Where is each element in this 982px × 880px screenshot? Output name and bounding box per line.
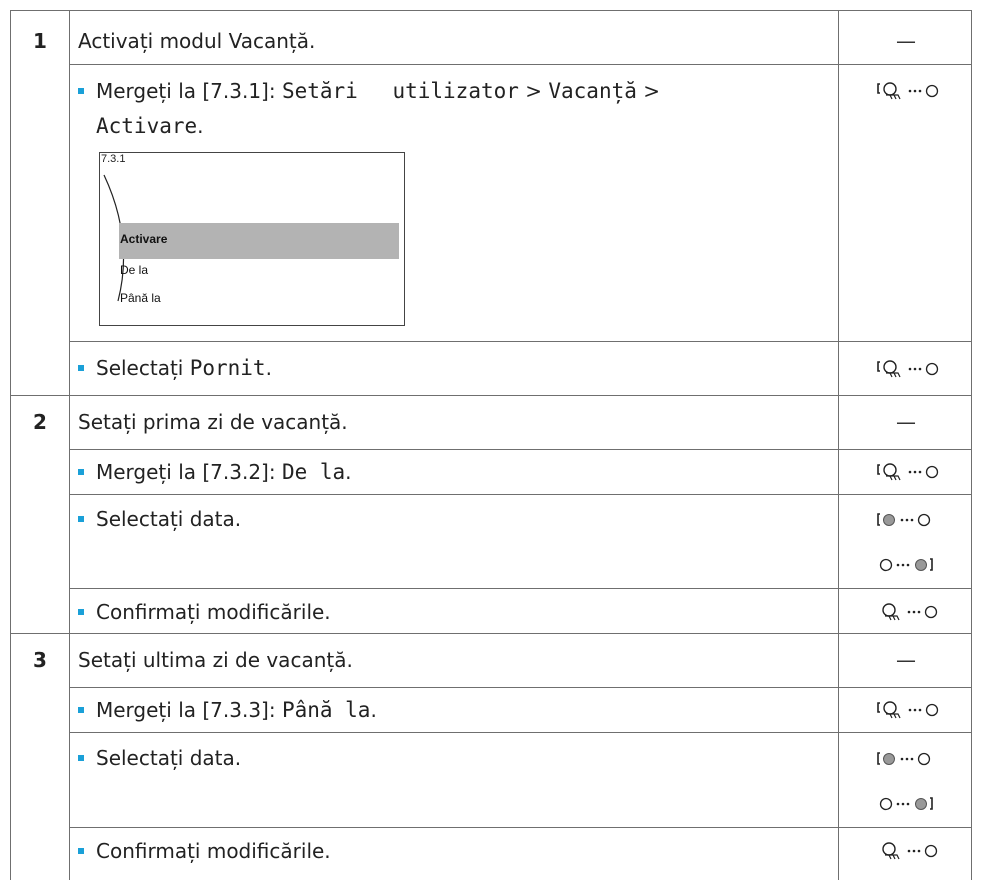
menu-path-3: Activare <box>96 114 198 138</box>
left-dial-select-icon <box>877 513 931 527</box>
substep-select-date: Selectați data. <box>78 506 241 532</box>
menu-path-1: Setări utilizator <box>281 79 519 103</box>
left-dial-turn-icon <box>877 82 939 100</box>
row-divider <box>69 341 972 342</box>
table-border-top <box>10 10 972 11</box>
controller-screen: 7.3.1 Activare De la Până la <box>99 152 405 326</box>
menu-path-2: Vacanță <box>548 79 637 103</box>
right-dial-select-icon <box>879 797 933 811</box>
row-divider <box>69 449 972 450</box>
substep-text: Mergeți la [7.3.1]: <box>96 79 282 103</box>
table-border-number-col <box>69 10 70 880</box>
screen-item-activare[interactable]: Activare <box>120 232 167 246</box>
bullet-icon <box>78 515 84 522</box>
step-title: Setați prima zi de vacanță. <box>78 410 348 434</box>
bullet-icon <box>78 364 84 371</box>
row-divider <box>69 494 972 495</box>
no-action-dash: — <box>896 648 916 672</box>
step-divider <box>10 395 972 396</box>
table-border-left <box>10 10 11 880</box>
table-border-right <box>971 10 972 880</box>
substep-navigate: Mergeți la [7.3.1]: Setări utilizator > … <box>78 78 660 104</box>
row-divider <box>69 64 972 65</box>
row-divider <box>69 732 972 733</box>
left-dial-press-icon <box>882 603 938 621</box>
bullet-icon <box>78 608 84 615</box>
step-number: 2 <box>33 410 47 434</box>
step-number: 1 <box>33 29 47 53</box>
screen-item-de-la[interactable]: De la <box>120 263 148 277</box>
bullet-icon <box>78 754 84 761</box>
path-separator: > <box>518 79 549 103</box>
row-divider <box>69 687 972 688</box>
substep-confirm: Confirmați modificările. <box>78 599 331 625</box>
right-dial-select-icon <box>879 558 933 572</box>
step-title: Activați modul Vacanță. <box>78 29 316 53</box>
no-action-dash: — <box>896 29 916 53</box>
row-divider <box>69 827 972 828</box>
step-title: Setați ultima zi de vacanță. <box>78 648 353 672</box>
substep-navigate: Mergeți la [7.3.3]: Până la. <box>78 697 377 723</box>
substep-navigate-cont: Activare. <box>96 113 204 139</box>
bullet-icon <box>78 706 84 713</box>
bullet-icon <box>78 468 84 475</box>
substep-confirm: Confirmați modificările. <box>78 838 331 864</box>
option-code: Pornit <box>189 356 266 380</box>
screen-item-pana-la[interactable]: Până la <box>120 291 161 305</box>
no-action-dash: — <box>896 410 916 434</box>
substep-select-date: Selectați data. <box>78 745 241 771</box>
left-dial-turn-icon <box>877 701 939 719</box>
left-dial-turn-icon <box>877 463 939 481</box>
substep-text: . <box>197 114 204 138</box>
substep-select: Selectați Pornit. <box>78 355 272 381</box>
step-number: 3 <box>33 648 47 672</box>
left-dial-select-icon <box>877 752 931 766</box>
bullet-icon <box>78 87 84 94</box>
row-divider <box>69 588 972 589</box>
left-dial-turn-icon <box>877 360 939 378</box>
left-dial-press-icon <box>882 842 938 860</box>
bullet-icon <box>78 847 84 854</box>
substep-navigate: Mergeți la [7.3.2]: De la. <box>78 459 352 485</box>
menu-path: Până la <box>281 698 371 722</box>
step-divider <box>10 633 972 634</box>
table-border-action-col <box>838 10 839 880</box>
path-separator: > <box>636 79 661 103</box>
menu-path: De la <box>281 460 346 484</box>
